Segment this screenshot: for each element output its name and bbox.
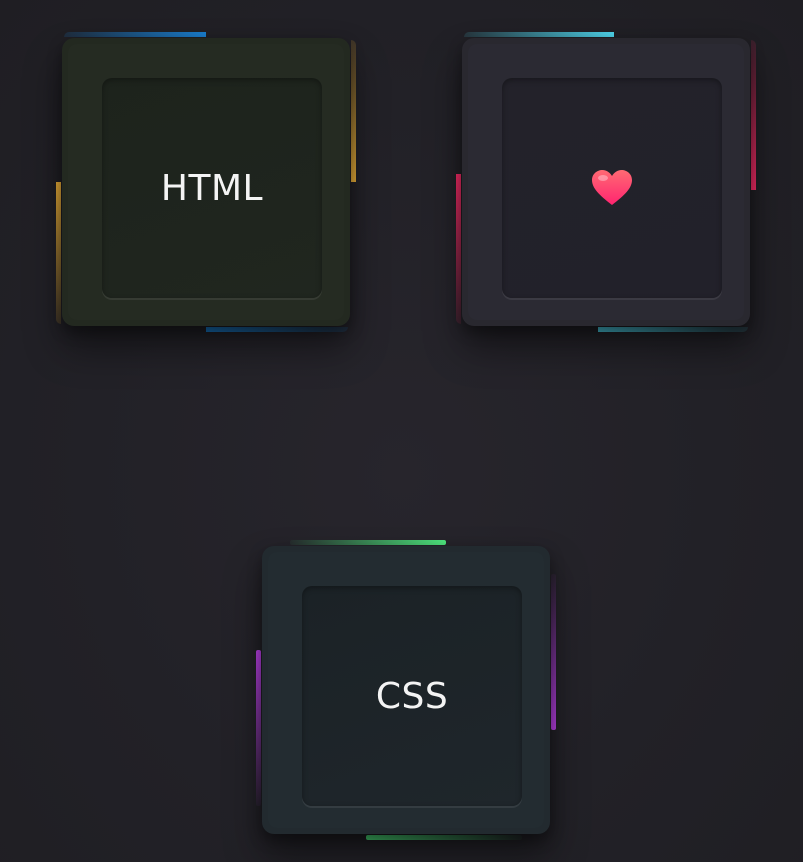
right-accent-bar [351, 40, 356, 182]
heart-icon [591, 169, 633, 207]
left-accent-bar [256, 650, 261, 806]
top-accent-bar [464, 32, 614, 37]
card-label: HTML [160, 167, 264, 209]
heart-card[interactable] [456, 32, 756, 332]
card-face: HTML [102, 78, 322, 298]
card-frame [462, 38, 750, 326]
card-face: CSS [302, 586, 522, 806]
bottom-accent-bar [598, 327, 748, 332]
left-accent-bar [456, 174, 461, 324]
card-face [502, 78, 722, 298]
html-card[interactable]: HTML [56, 32, 356, 332]
card-frame: CSS [262, 546, 550, 834]
top-accent-bar [64, 32, 206, 37]
bottom-accent-bar [366, 835, 522, 840]
right-accent-bar [751, 40, 756, 190]
right-accent-bar [551, 574, 556, 730]
card-body: CSS [268, 552, 544, 828]
card-label: CSS [375, 675, 449, 717]
bottom-accent-bar [206, 327, 348, 332]
css-card[interactable]: CSS [256, 540, 556, 840]
card-body: HTML [68, 44, 344, 320]
left-accent-bar [56, 182, 61, 324]
card-frame: HTML [62, 38, 350, 326]
top-accent-bar [290, 540, 446, 545]
card-body [468, 44, 744, 320]
